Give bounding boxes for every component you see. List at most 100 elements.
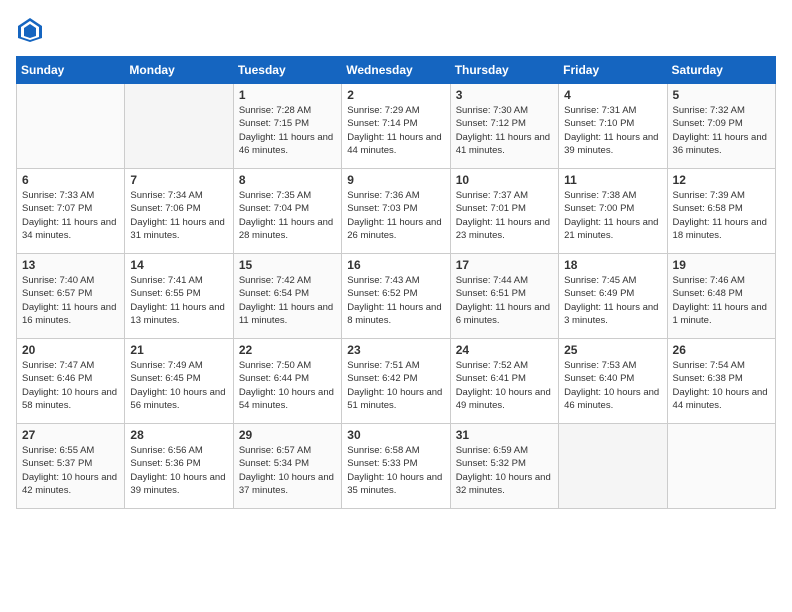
day-number: 9 [347,173,444,187]
weekday-header-sunday: Sunday [17,57,125,84]
day-info: Sunrise: 7:46 AM Sunset: 6:48 PM Dayligh… [673,274,770,327]
calendar-cell: 24 Sunrise: 7:52 AM Sunset: 6:41 PM Dayli… [450,339,558,424]
calendar-cell: 8 Sunrise: 7:35 AM Sunset: 7:04 PM Daylig… [233,169,341,254]
calendar-cell [559,424,667,509]
day-number: 12 [673,173,770,187]
calendar-cell: 28 Sunrise: 6:56 AM Sunset: 5:36 PM Dayli… [125,424,233,509]
weekday-header-saturday: Saturday [667,57,775,84]
day-number: 28 [130,428,227,442]
day-number: 21 [130,343,227,357]
day-number: 27 [22,428,119,442]
calendar-cell: 7 Sunrise: 7:34 AM Sunset: 7:06 PM Daylig… [125,169,233,254]
calendar-week-4: 20 Sunrise: 7:47 AM Sunset: 6:46 PM Dayli… [17,339,776,424]
day-number: 17 [456,258,553,272]
day-info: Sunrise: 7:38 AM Sunset: 7:00 PM Dayligh… [564,189,661,242]
day-info: Sunrise: 6:55 AM Sunset: 5:37 PM Dayligh… [22,444,119,497]
calendar-cell: 13 Sunrise: 7:40 AM Sunset: 6:57 PM Dayli… [17,254,125,339]
day-number: 6 [22,173,119,187]
day-number: 25 [564,343,661,357]
calendar-week-1: 1 Sunrise: 7:28 AM Sunset: 7:15 PM Daylig… [17,84,776,169]
day-info: Sunrise: 7:41 AM Sunset: 6:55 PM Dayligh… [130,274,227,327]
calendar-week-3: 13 Sunrise: 7:40 AM Sunset: 6:57 PM Dayli… [17,254,776,339]
day-number: 2 [347,88,444,102]
day-number: 15 [239,258,336,272]
weekday-header-friday: Friday [559,57,667,84]
day-number: 5 [673,88,770,102]
calendar-cell: 2Sunrise: 7:29 AM Sunset: 7:14 PM Daylig… [342,84,450,169]
day-number: 8 [239,173,336,187]
weekday-header-monday: Monday [125,57,233,84]
day-number: 30 [347,428,444,442]
day-info: Sunrise: 7:31 AM Sunset: 7:10 PM Dayligh… [564,104,661,157]
calendar-cell: 30 Sunrise: 6:58 AM Sunset: 5:33 PM Dayli… [342,424,450,509]
day-info: Sunrise: 6:57 AM Sunset: 5:34 PM Dayligh… [239,444,336,497]
day-info: Sunrise: 7:45 AM Sunset: 6:49 PM Dayligh… [564,274,661,327]
day-info: Sunrise: 7:50 AM Sunset: 6:44 PM Dayligh… [239,359,336,412]
calendar-cell: 20 Sunrise: 7:47 AM Sunset: 6:46 PM Dayli… [17,339,125,424]
day-number: 29 [239,428,336,442]
weekday-header-thursday: Thursday [450,57,558,84]
day-number: 11 [564,173,661,187]
weekday-header-wednesday: Wednesday [342,57,450,84]
day-info: Sunrise: 7:37 AM Sunset: 7:01 PM Dayligh… [456,189,553,242]
calendar-cell: 12 Sunrise: 7:39 AM Sunset: 6:58 PM Dayli… [667,169,775,254]
weekday-header-tuesday: Tuesday [233,57,341,84]
calendar-cell: 23 Sunrise: 7:51 AM Sunset: 6:42 PM Dayli… [342,339,450,424]
day-number: 23 [347,343,444,357]
day-number: 4 [564,88,661,102]
day-info: Sunrise: 7:52 AM Sunset: 6:41 PM Dayligh… [456,359,553,412]
day-number: 24 [456,343,553,357]
calendar-table: SundayMondayTuesdayWednesdayThursdayFrid… [16,56,776,509]
day-info: Sunrise: 7:53 AM Sunset: 6:40 PM Dayligh… [564,359,661,412]
day-info: Sunrise: 7:35 AM Sunset: 7:04 PM Dayligh… [239,189,336,242]
day-number: 10 [456,173,553,187]
day-info: Sunrise: 7:33 AM Sunset: 7:07 PM Dayligh… [22,189,119,242]
calendar-cell: 9 Sunrise: 7:36 AM Sunset: 7:03 PM Daylig… [342,169,450,254]
day-info: Sunrise: 7:36 AM Sunset: 7:03 PM Dayligh… [347,189,444,242]
day-number: 20 [22,343,119,357]
day-info: Sunrise: 7:39 AM Sunset: 6:58 PM Dayligh… [673,189,770,242]
day-info: Sunrise: 7:30 AM Sunset: 7:12 PM Dayligh… [456,104,553,157]
day-info: Sunrise: 6:58 AM Sunset: 5:33 PM Dayligh… [347,444,444,497]
calendar-cell: 1 Sunrise: 7:28 AM Sunset: 7:15 PM Daylig… [233,84,341,169]
day-number: 31 [456,428,553,442]
calendar-cell: 22 Sunrise: 7:50 AM Sunset: 6:44 PM Dayli… [233,339,341,424]
day-info: Sunrise: 7:49 AM Sunset: 6:45 PM Dayligh… [130,359,227,412]
day-info: Sunrise: 7:47 AM Sunset: 6:46 PM Dayligh… [22,359,119,412]
calendar-cell: 27 Sunrise: 6:55 AM Sunset: 5:37 PM Dayli… [17,424,125,509]
day-info: Sunrise: 7:54 AM Sunset: 6:38 PM Dayligh… [673,359,770,412]
calendar-cell [667,424,775,509]
day-number: 3 [456,88,553,102]
day-info: Sunrise: 6:56 AM Sunset: 5:36 PM Dayligh… [130,444,227,497]
day-info: Sunrise: 7:43 AM Sunset: 6:52 PM Dayligh… [347,274,444,327]
calendar-cell: 16Sunrise: 7:43 AM Sunset: 6:52 PM Dayli… [342,254,450,339]
day-number: 19 [673,258,770,272]
calendar-cell: 17 Sunrise: 7:44 AM Sunset: 6:51 PM Dayli… [450,254,558,339]
calendar-cell: 18 Sunrise: 7:45 AM Sunset: 6:49 PM Dayli… [559,254,667,339]
calendar-cell: 21 Sunrise: 7:49 AM Sunset: 6:45 PM Dayli… [125,339,233,424]
day-info: Sunrise: 7:44 AM Sunset: 6:51 PM Dayligh… [456,274,553,327]
day-number: 22 [239,343,336,357]
calendar-cell: 19 Sunrise: 7:46 AM Sunset: 6:48 PM Dayli… [667,254,775,339]
calendar-cell [125,84,233,169]
calendar-week-2: 6 Sunrise: 7:33 AM Sunset: 7:07 PM Daylig… [17,169,776,254]
day-number: 7 [130,173,227,187]
calendar-cell: 29 Sunrise: 6:57 AM Sunset: 5:34 PM Dayli… [233,424,341,509]
day-info: Sunrise: 7:40 AM Sunset: 6:57 PM Dayligh… [22,274,119,327]
day-info: Sunrise: 7:28 AM Sunset: 7:15 PM Dayligh… [239,104,336,157]
calendar-cell: 31Sunrise: 6:59 AM Sunset: 5:32 PM Dayli… [450,424,558,509]
day-number: 13 [22,258,119,272]
logo-icon [16,16,44,44]
calendar-cell: 15Sunrise: 7:42 AM Sunset: 6:54 PM Dayli… [233,254,341,339]
day-number: 14 [130,258,227,272]
calendar-cell: 25 Sunrise: 7:53 AM Sunset: 6:40 PM Dayli… [559,339,667,424]
day-number: 18 [564,258,661,272]
day-info: Sunrise: 7:51 AM Sunset: 6:42 PM Dayligh… [347,359,444,412]
day-number: 26 [673,343,770,357]
day-number: 1 [239,88,336,102]
day-info: Sunrise: 7:34 AM Sunset: 7:06 PM Dayligh… [130,189,227,242]
calendar-cell: 11 Sunrise: 7:38 AM Sunset: 7:00 PM Dayli… [559,169,667,254]
logo [16,16,48,44]
calendar-cell: 14 Sunrise: 7:41 AM Sunset: 6:55 PM Dayli… [125,254,233,339]
day-info: Sunrise: 7:32 AM Sunset: 7:09 PM Dayligh… [673,104,770,157]
